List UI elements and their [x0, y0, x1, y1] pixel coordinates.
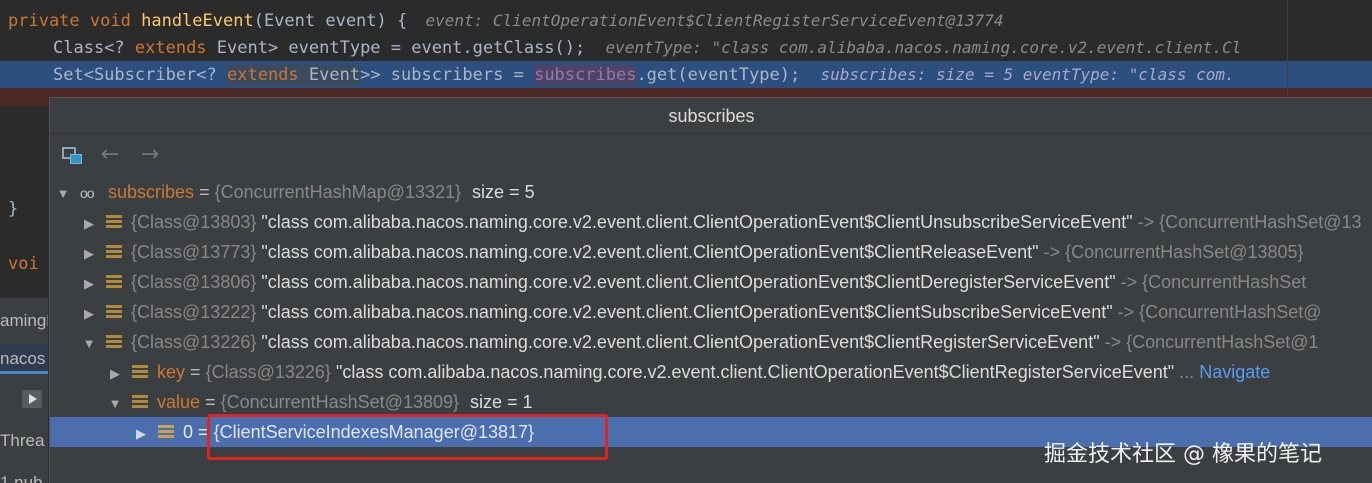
- expand-icon[interactable]: ▶: [134, 419, 148, 447]
- inline-debug-hint: subscribes: size = 5 eventType: "class c…: [820, 65, 1235, 84]
- forward-arrow-icon[interactable]: →: [136, 143, 164, 167]
- side-tab-nacos[interactable]: nacos: [0, 344, 48, 374]
- entry-icon: [106, 275, 122, 289]
- tree-key-row[interactable]: ▶ key = {Class@13226} "class com.alibaba.…: [50, 357, 1372, 387]
- back-arrow-icon[interactable]: ←: [96, 143, 124, 167]
- tree-value-row[interactable]: ▼ value = {ConcurrentHashSet@13809} size …: [50, 387, 1372, 417]
- entry-icon: [132, 365, 148, 379]
- watermark: 掘金技术社区 @ 橡果的笔记: [1044, 442, 1322, 467]
- expand-icon[interactable]: ▶: [108, 359, 122, 387]
- popup-toolbar: ← →: [50, 135, 1372, 175]
- tree-root-row[interactable]: ▼ oo subscribes = {ConcurrentHashMap@13321…: [50, 177, 1372, 207]
- code-line-current: Set<Subscriber<? extends Event>> subscri…: [0, 61, 1372, 88]
- tree-entry-row[interactable]: ▶ {Class@13803} "class com.alibaba.nacos.…: [50, 207, 1372, 237]
- tree-entry-row[interactable]: ▶ {Class@13773} "class com.alibaba.nacos.…: [50, 237, 1372, 267]
- entry-icon: [106, 335, 122, 349]
- side-tab-1[interactable]: amingE: [0, 306, 48, 336]
- expand-icon[interactable]: ▶: [82, 269, 96, 297]
- collapse-icon[interactable]: ▼: [56, 179, 70, 207]
- entry-icon: [106, 245, 122, 259]
- code-line-2: Class<? extends Event> eventType = event…: [53, 38, 1242, 58]
- debug-side-panel: amingE nacos Threa 1 nub: [0, 298, 48, 483]
- code-line-1: private void handleEvent(Event event) { …: [8, 11, 1004, 31]
- expand-icon[interactable]: ▶: [82, 299, 96, 327]
- tree-entry-row[interactable]: ▼ {Class@13226} "class com.alibaba.nacos.…: [50, 327, 1372, 357]
- navigate-link[interactable]: Navigate: [1199, 362, 1270, 382]
- highlight-annotation-box: [207, 414, 608, 460]
- entry-icon: [106, 305, 122, 319]
- side-tab-4[interactable]: 1 nub: [0, 468, 48, 483]
- inline-debug-hint: eventType: "class com.alibaba.nacos.nami…: [605, 38, 1242, 57]
- tree-view-icon[interactable]: [60, 143, 88, 167]
- entry-icon: [106, 215, 122, 229]
- tree-entry-row[interactable]: ▶ {Class@13222} "class com.alibaba.nacos.…: [50, 297, 1372, 327]
- popup-title: subscribes: [50, 98, 1372, 134]
- inline-debug-hint: event: ClientOperationEvent$ClientRegist…: [425, 11, 1004, 30]
- side-tab-threads[interactable]: Threa: [0, 426, 48, 456]
- collapse-icon[interactable]: ▼: [82, 329, 96, 357]
- entry-icon: [158, 425, 174, 439]
- resume-icon[interactable]: [22, 390, 42, 408]
- expand-icon[interactable]: ▶: [82, 209, 96, 237]
- tree-entry-row[interactable]: ▶ {Class@13806} "class com.alibaba.nacos.…: [50, 267, 1372, 297]
- expand-icon[interactable]: ▶: [82, 239, 96, 267]
- entry-icon: [132, 395, 148, 409]
- subscribes-field[interactable]: subscribes: [534, 65, 637, 85]
- collapse-icon[interactable]: ▼: [108, 389, 122, 417]
- watch-icon: oo: [80, 185, 95, 201]
